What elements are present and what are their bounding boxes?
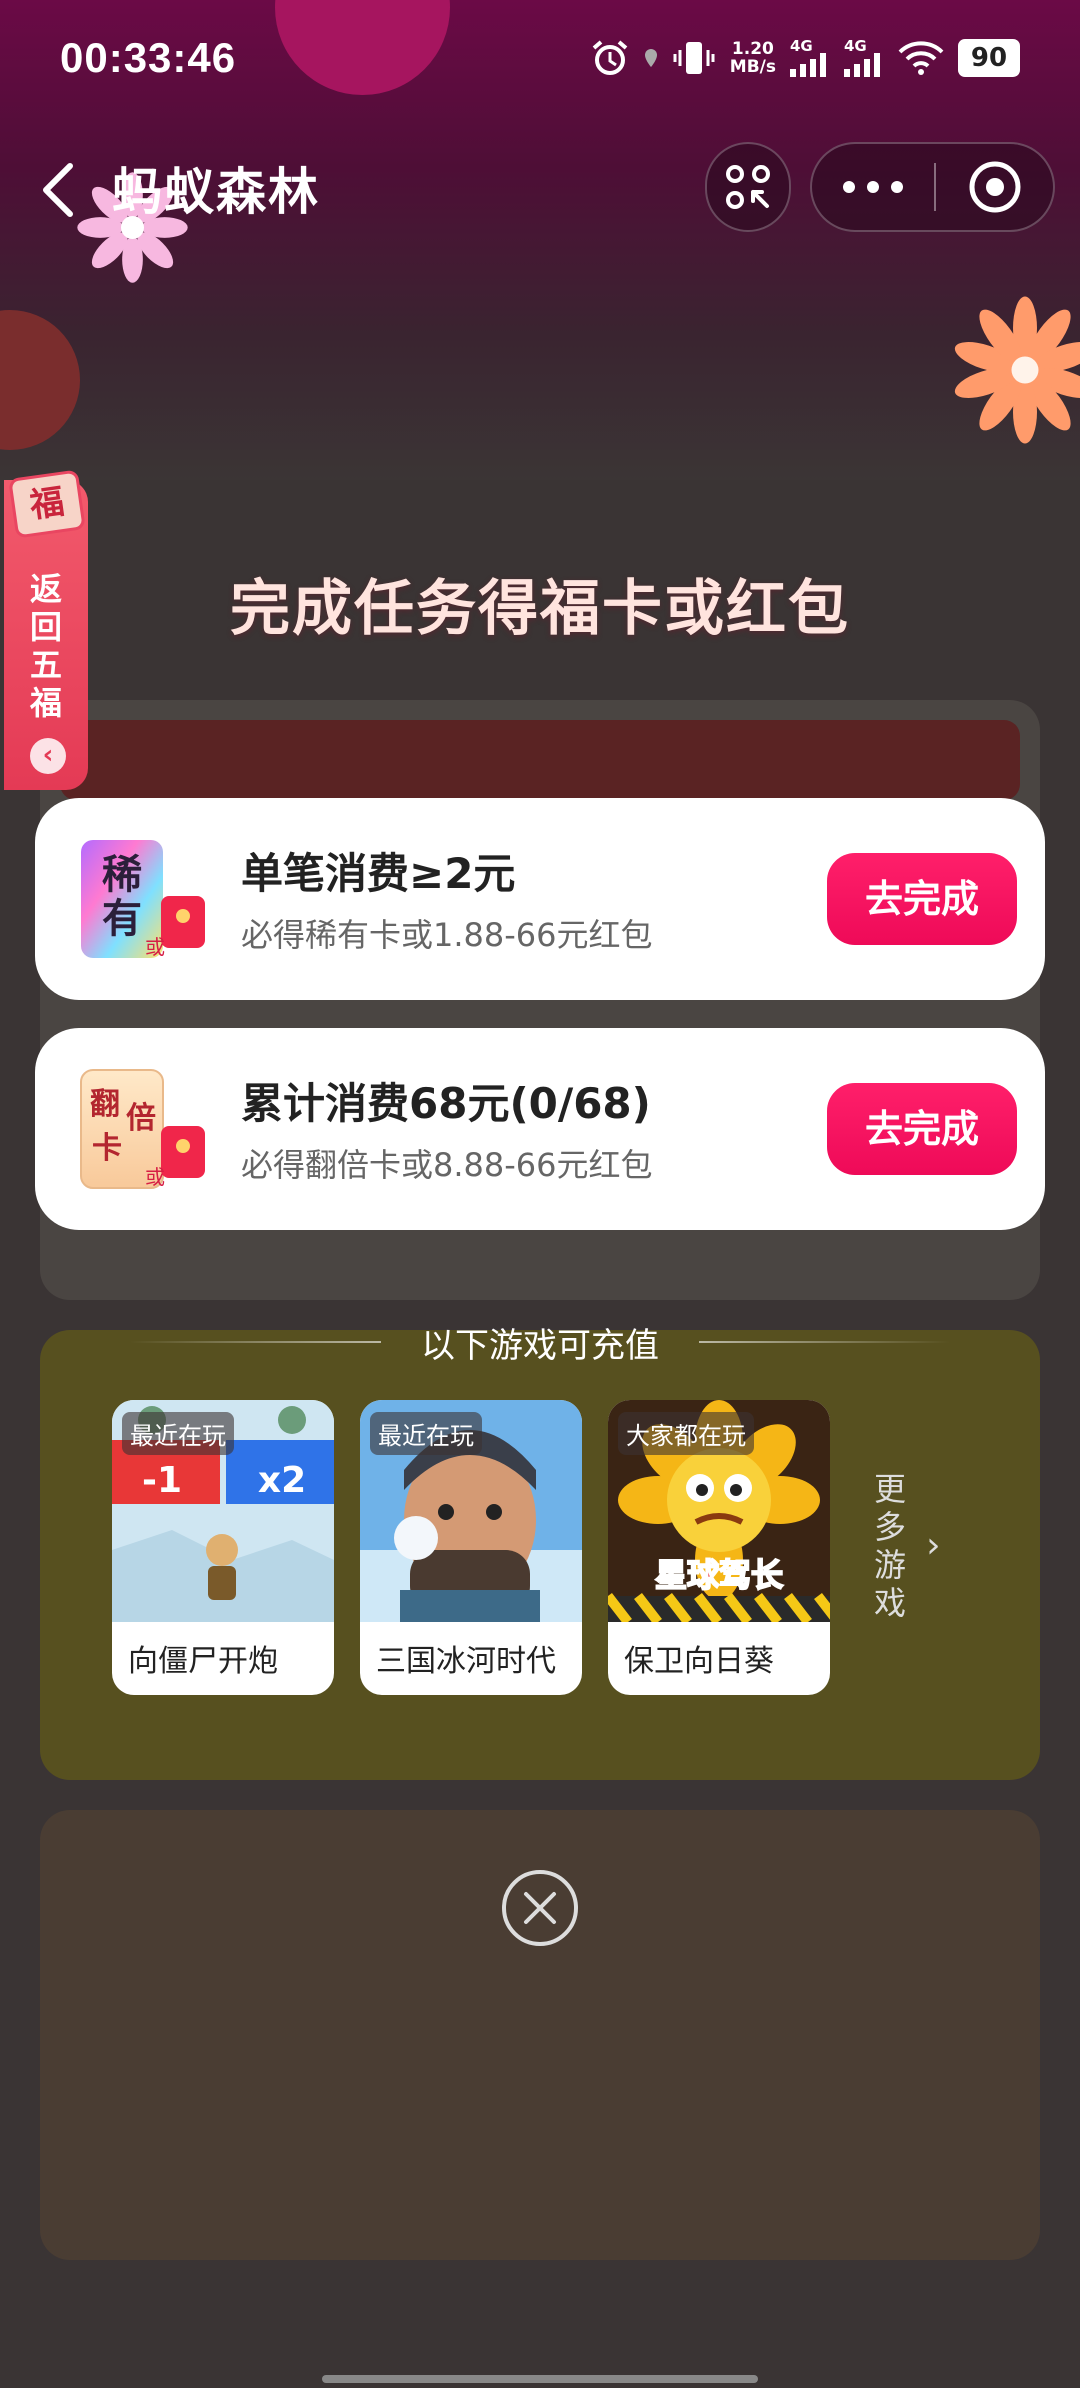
games-list: -1 x2 最近在玩 向僵尸开炮 最近在玩 三国冰河时代 星球驾长 大家都在玩 … — [112, 1400, 1012, 1695]
page-title: 蚂蚁森林 — [112, 163, 320, 221]
double-card-char: 倍 — [126, 1101, 156, 1136]
exit-mini-program-button[interactable] — [936, 144, 1053, 230]
game-card[interactable]: 星球驾长 大家都在玩 保卫向日葵 — [608, 1400, 830, 1695]
task-card: 稀 有 或 单笔消费≥2元 必得稀有卡或1.88-66元红包 去完成 — [35, 798, 1045, 1000]
status-bar: 00:33:46 1.20 MB/s 4G 4G 90 — [0, 0, 1080, 115]
flower-icon — [954, 296, 1080, 444]
card-or-text: 或 — [145, 1165, 165, 1189]
double-card-char: 翻 — [90, 1087, 120, 1122]
go-complete-button[interactable]: 去完成 — [827, 853, 1017, 945]
task-title: 累计消费68元(0/68) — [241, 1079, 651, 1128]
games-section-header: 以下游戏可充值 — [130, 1318, 950, 1366]
background-strip — [60, 720, 1020, 800]
rare-card-char: 有 — [102, 896, 142, 942]
game-tag: 最近在玩 — [370, 1412, 482, 1455]
popup-title: 完成任务得福卡或红包 — [230, 574, 850, 644]
side-tab-char: 五 — [29, 646, 62, 684]
chevron-left-icon: ‹ — [30, 738, 66, 774]
chevron-right-icon: › — [926, 1525, 941, 1566]
home-indicator[interactable] — [322, 2375, 758, 2383]
scan-button[interactable] — [705, 142, 791, 232]
rare-card-icon: 稀 有 或 — [75, 836, 215, 966]
more-games-link[interactable]: 更 多 游 戏 › — [870, 1470, 950, 1622]
mini-program-nav: 蚂蚁森林 — [0, 140, 1080, 235]
game-name: 三国冰河时代 — [376, 1644, 556, 1679]
wifi-icon — [898, 40, 944, 75]
alarm-icon — [592, 39, 628, 75]
game-logo: 星球驾长 — [655, 1556, 783, 1594]
rare-card-char: 稀 — [102, 852, 142, 898]
fu-badge: 福 — [8, 469, 86, 539]
signal-label: 4G — [844, 36, 867, 55]
vibrate-icon — [673, 41, 715, 74]
status-icons: 1.20 MB/s 4G 4G 90 — [590, 38, 1020, 78]
card-or-text: 或 — [145, 935, 165, 959]
games-section-title: 以下游戏可充值 — [421, 1325, 659, 1366]
more-games-char: 更 — [873, 1470, 906, 1508]
chevron-left-icon — [43, 163, 73, 217]
game-card[interactable]: 最近在玩 三国冰河时代 — [360, 1400, 582, 1695]
close-icon — [502, 1870, 578, 1946]
divider-line — [130, 1341, 381, 1343]
cell-signal-1: 4G — [790, 36, 830, 77]
game-name: 保卫向日葵 — [624, 1644, 774, 1679]
side-tab-char: 福 — [29, 684, 62, 722]
cell-signal-2: 4G — [844, 36, 884, 77]
scan-icon — [726, 165, 770, 209]
signal-bars-icon — [844, 52, 880, 77]
more-button[interactable] — [812, 144, 934, 230]
thumb-label: -1 — [142, 1460, 182, 1501]
task-title: 单笔消费≥2元 — [241, 849, 516, 898]
network-speed: 1.20 MB/s — [730, 40, 776, 76]
game-tag: 大家都在玩 — [618, 1412, 754, 1455]
double-card-icon: 翻 倍 卡 或 — [75, 1066, 215, 1196]
target-icon — [969, 161, 1020, 213]
task-subtitle: 必得稀有卡或1.88-66元红包 — [241, 916, 653, 954]
double-card-char: 卡 — [92, 1131, 122, 1166]
network-speed-value: 1.20 — [731, 38, 774, 59]
signal-label: 4G — [790, 36, 813, 55]
game-tag: 最近在玩 — [122, 1412, 234, 1455]
thumb-label: x2 — [258, 1460, 306, 1501]
mini-program-capsule — [810, 142, 1055, 232]
status-time: 00:33:46 — [60, 33, 237, 81]
battery-indicator: 90 — [958, 38, 1020, 77]
more-games-char: 戏 — [873, 1584, 906, 1622]
more-games-char: 多 — [873, 1508, 906, 1546]
signal-bars-icon — [790, 52, 826, 77]
task-subtitle: 必得翻倍卡或8.88-66元红包 — [241, 1146, 653, 1184]
back-button[interactable] — [34, 160, 84, 220]
more-games-label: 更 多 游 戏 — [870, 1470, 910, 1622]
more-games-char: 游 — [873, 1546, 906, 1584]
location-icon — [644, 48, 657, 67]
divider-line — [699, 1341, 950, 1343]
task-card: 翻 倍 卡 或 累计消费68元(0/68) 必得翻倍卡或8.88-66元红包 去… — [35, 1028, 1045, 1230]
go-complete-button[interactable]: 去完成 — [827, 1083, 1017, 1175]
more-dots-icon — [843, 181, 903, 193]
game-card[interactable]: -1 x2 最近在玩 向僵尸开炮 — [112, 1400, 334, 1695]
network-speed-unit: MB/s — [729, 56, 776, 77]
close-popup-button[interactable] — [500, 1868, 580, 1948]
game-name: 向僵尸开炮 — [128, 1644, 278, 1679]
